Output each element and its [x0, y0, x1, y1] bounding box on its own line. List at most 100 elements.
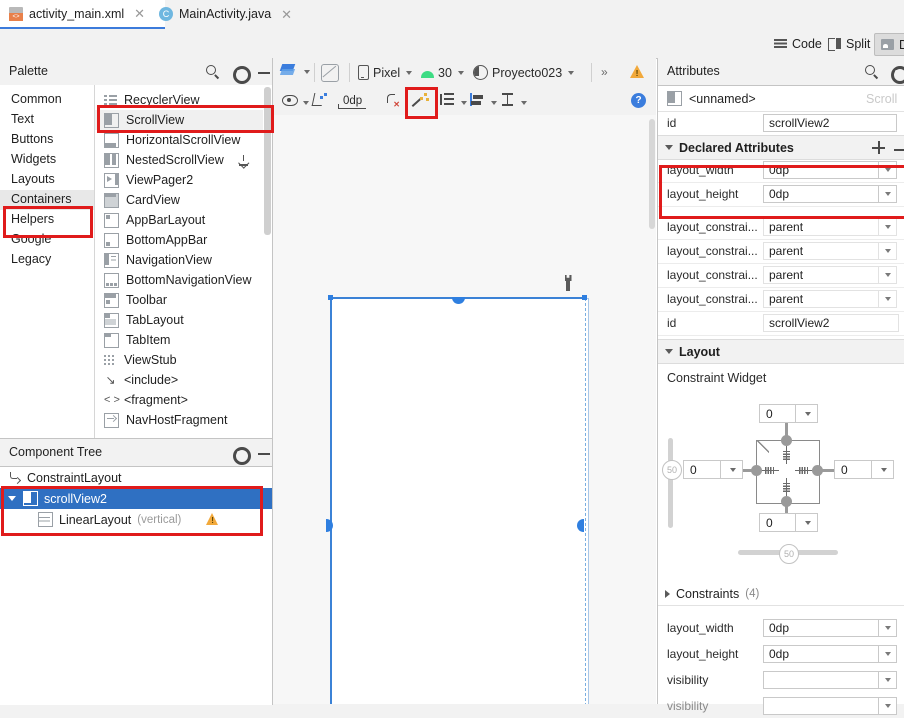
- constraint-margin-right[interactable]: 0: [834, 460, 894, 479]
- tree-node-scrollview2[interactable]: scrollView2: [0, 488, 272, 509]
- attribute-row-constraint-1[interactable]: layout_constrai... parent: [658, 215, 904, 240]
- palette-item-include[interactable]: ↘ <include>: [95, 370, 263, 390]
- chevron-down-icon[interactable]: [872, 460, 894, 479]
- minimize-icon[interactable]: [256, 445, 272, 461]
- design-surface-mode-button[interactable]: [281, 64, 310, 80]
- minimize-icon[interactable]: [256, 64, 272, 80]
- attribute-row-id[interactable]: id scrollView2: [658, 111, 904, 136]
- chevron-down-icon[interactable]: [879, 161, 897, 179]
- palette-category-containers[interactable]: Containers: [0, 190, 94, 210]
- palette-category-common[interactable]: Common: [0, 90, 94, 110]
- add-attribute-button[interactable]: [872, 141, 885, 154]
- margin-top-value[interactable]: 0: [759, 404, 796, 423]
- canvas-scrollbar-thumb[interactable]: [649, 119, 655, 229]
- palette-scrollbar-thumb[interactable]: [264, 87, 271, 235]
- attribute-value[interactable]: [763, 697, 879, 715]
- attribute-value[interactable]: parent: [763, 290, 879, 308]
- horizontal-bias-value[interactable]: 50: [779, 544, 799, 564]
- chevron-down-icon[interactable]: [8, 494, 17, 503]
- resize-handle-top-right[interactable]: [582, 295, 587, 300]
- vertical-bias-value[interactable]: 50: [662, 460, 682, 480]
- palette-item-viewstub[interactable]: ViewStub: [95, 350, 263, 370]
- download-icon[interactable]: [238, 154, 249, 166]
- autoconnect-toggle-button[interactable]: [312, 93, 327, 107]
- tab-activity-main-xml[interactable]: activity_main.xml ✕: [0, 0, 165, 29]
- palette-item-cardview[interactable]: CardView: [95, 190, 263, 210]
- attribute-row-layout-width-bottom[interactable]: layout_width 0dp: [658, 616, 904, 640]
- gear-icon[interactable]: [231, 445, 251, 465]
- palette-category-widgets[interactable]: Widgets: [0, 150, 94, 170]
- attribute-row-id-declared[interactable]: id scrollView2: [658, 311, 904, 336]
- chevron-down-icon[interactable]: [879, 218, 897, 236]
- chevron-down-icon[interactable]: [879, 185, 897, 203]
- palette-item-recyclerview[interactable]: RecyclerView: [95, 90, 263, 110]
- chevron-down-icon[interactable]: [879, 242, 897, 260]
- vertical-bias-slider[interactable]: [668, 438, 673, 528]
- attribute-row-layout-height-bottom[interactable]: layout_height 0dp: [658, 642, 904, 666]
- margin-left-value[interactable]: 0: [683, 460, 721, 479]
- palette-category-layouts[interactable]: Layouts: [0, 170, 94, 190]
- chevron-down-icon[interactable]: [665, 349, 673, 354]
- device-selector[interactable]: Pixel: [358, 65, 413, 80]
- palette-item-appbarlayout[interactable]: AppBarLayout: [95, 210, 263, 230]
- attribute-row-layout-width[interactable]: layout_width 0dp: [658, 158, 904, 183]
- palette-item-viewpager2[interactable]: ViewPager2: [95, 170, 263, 190]
- split-mode-button[interactable]: Split: [822, 33, 876, 54]
- chevron-down-icon[interactable]: [796, 404, 818, 423]
- attribute-row-layout-height[interactable]: layout_height 0dp: [658, 182, 904, 207]
- palette-category-legacy[interactable]: Legacy: [0, 250, 94, 270]
- search-icon[interactable]: [205, 64, 221, 80]
- chevron-down-icon[interactable]: [879, 266, 897, 284]
- section-declared-attributes[interactable]: Declared Attributes: [658, 135, 904, 160]
- attribute-row-constraint-4[interactable]: layout_constrai... parent: [658, 287, 904, 312]
- attribute-row-constraint-2[interactable]: layout_constrai... parent: [658, 239, 904, 264]
- section-constraints[interactable]: Constraints (4): [658, 582, 904, 606]
- chevron-down-icon[interactable]: [796, 513, 818, 532]
- palette-item-scrollview[interactable]: ScrollView: [95, 110, 263, 130]
- palette-scrollbar[interactable]: [263, 85, 272, 438]
- tree-node-linearlayout[interactable]: LinearLayout (vertical): [0, 509, 272, 530]
- gear-icon[interactable]: [889, 64, 904, 84]
- palette-item-tablayout[interactable]: TabLayout: [95, 310, 263, 330]
- anchor-left[interactable]: [751, 465, 762, 476]
- design-canvas[interactable]: [273, 115, 656, 704]
- palette-item-navhostfragment[interactable]: NavHostFragment: [95, 410, 263, 430]
- theme-selector[interactable]: Proyecto023: [473, 65, 575, 80]
- toolbar-overflow-button[interactable]: »: [601, 65, 608, 79]
- palette-item-tabitem[interactable]: TabItem: [95, 330, 263, 350]
- chevron-down-icon[interactable]: [879, 671, 897, 689]
- search-icon[interactable]: [864, 64, 880, 80]
- code-mode-button[interactable]: Code: [768, 33, 828, 54]
- chevron-down-icon[interactable]: [879, 645, 897, 663]
- constraint-margin-left[interactable]: 0: [683, 460, 743, 479]
- palette-item-toolbar[interactable]: Toolbar: [95, 290, 263, 310]
- default-margin-button[interactable]: 0dp: [337, 95, 367, 110]
- section-layout[interactable]: Layout: [658, 339, 904, 364]
- clear-all-constraints-button[interactable]: [385, 93, 400, 109]
- margin-bottom-value[interactable]: 0: [759, 513, 796, 532]
- api-level-selector[interactable]: 30: [421, 66, 464, 80]
- close-icon[interactable]: ✕: [134, 7, 145, 20]
- issues-warning-button[interactable]: [630, 65, 644, 78]
- constraint-margin-bottom[interactable]: 0: [759, 513, 818, 532]
- palette-category-text[interactable]: Text: [0, 110, 94, 130]
- palette-item-navigationview[interactable]: NavigationView: [95, 250, 263, 270]
- constraint-anchor-right[interactable]: [577, 519, 584, 532]
- attribute-value[interactable]: parent: [763, 266, 879, 284]
- palette-category-buttons[interactable]: Buttons: [0, 130, 94, 150]
- resize-handle-top-left[interactable]: [328, 295, 333, 300]
- chevron-down-icon[interactable]: [879, 697, 897, 715]
- palette-item-bottomnavigationview[interactable]: BottomNavigationView: [95, 270, 263, 290]
- palette-item-horizontalscrollview[interactable]: HorizontalScrollView: [95, 130, 263, 150]
- view-options-button[interactable]: [282, 93, 309, 107]
- remove-attribute-button[interactable]: [892, 141, 904, 154]
- pack-button[interactable]: [440, 93, 467, 107]
- id-input[interactable]: scrollView2: [763, 114, 897, 132]
- attribute-row-constraint-3[interactable]: layout_constrai... parent: [658, 263, 904, 288]
- attribute-value[interactable]: 0dp: [763, 161, 879, 179]
- constraint-margin-top[interactable]: 0: [759, 404, 818, 423]
- chevron-down-icon[interactable]: [879, 290, 897, 308]
- chevron-down-icon[interactable]: [665, 145, 673, 150]
- blueprint-toggle-button[interactable]: [321, 64, 339, 82]
- design-mode-button[interactable]: De: [874, 33, 904, 56]
